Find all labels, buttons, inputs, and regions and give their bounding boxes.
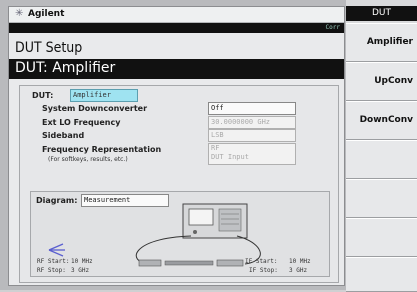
dut-settings-panel: DUT: Amplifier System Downconverter Off … (19, 85, 339, 283)
softkey-label: DownConv (359, 115, 413, 125)
rf-stop-label: RF Stop: (37, 267, 66, 274)
freq-rep-value-1: RF (211, 144, 220, 152)
rf-stop-value: 3 GHz (71, 267, 90, 274)
if-stop-value: 3 GHz (289, 267, 308, 274)
softkey-label: UpConv (374, 76, 413, 86)
rf-start-label: RF Start: (37, 258, 70, 265)
if-start-value: 10 MHz (289, 258, 311, 265)
ext-lo-frequency-field[interactable]: 30.0000000 GHz (208, 116, 296, 129)
row-label-system-downconverter: System Downconverter (42, 104, 148, 113)
antenna-icon (48, 243, 65, 257)
header-bar: DUT: Amplifier (9, 59, 344, 79)
diagram-box: Diagram: Measurement RF Start: 10 MHz RF… (30, 191, 330, 277)
dut-select[interactable]: Amplifier (70, 89, 138, 102)
top-bar: ✳ Agilent (9, 7, 344, 23)
system-downconverter-field[interactable]: Off (208, 102, 296, 115)
frequency-representation-field[interactable]: RF DUT Input (208, 143, 296, 165)
page-title: DUT Setup (15, 40, 83, 56)
softkey-5[interactable] (346, 179, 417, 218)
instrument-screen: ✳ Agilent Corr DUT Setup DUT: Amplifier D… (8, 6, 345, 286)
instrument-icon (182, 203, 248, 239)
brand-logo: ✳ Agilent (15, 8, 65, 20)
if-stop-label: IF Stop: (249, 267, 278, 274)
softkey-amplifier[interactable]: Amplifier (346, 23, 417, 62)
if-start-label: IF Start: (245, 258, 278, 265)
softkey-panel: DUT Amplifier UpConv DownConv (346, 0, 417, 292)
row-label-ext-lo-frequency: Ext LO Frequency (42, 118, 121, 127)
row-label-sideband: Sideband (42, 131, 85, 140)
row-label-frequency-representation: Frequency Representation (42, 145, 162, 154)
brand-name: Agilent (28, 9, 65, 19)
sideband-field[interactable]: LSB (208, 129, 296, 142)
rf-start-value: 10 MHz (71, 258, 93, 265)
softkey-upconv[interactable]: UpConv (346, 62, 417, 101)
softkey-menu-title: DUT (346, 6, 417, 21)
status-bar: Corr (9, 23, 344, 33)
header-bar-text: DUT: Amplifier (15, 60, 116, 76)
softkey-4[interactable] (346, 140, 417, 179)
freq-rep-value-2: DUT Input (211, 153, 249, 161)
dut-label: DUT: (32, 91, 54, 100)
softkey-downconv[interactable]: DownConv (346, 101, 417, 140)
agilent-spark-icon: ✳ (15, 8, 24, 19)
freq-rep-note: (For softkeys, results, etc.) (48, 156, 128, 163)
softkey-7[interactable] (346, 257, 417, 292)
corr-indicator: Corr (325, 24, 340, 31)
softkey-label: Amplifier (366, 37, 413, 47)
softkey-6[interactable] (346, 218, 417, 257)
